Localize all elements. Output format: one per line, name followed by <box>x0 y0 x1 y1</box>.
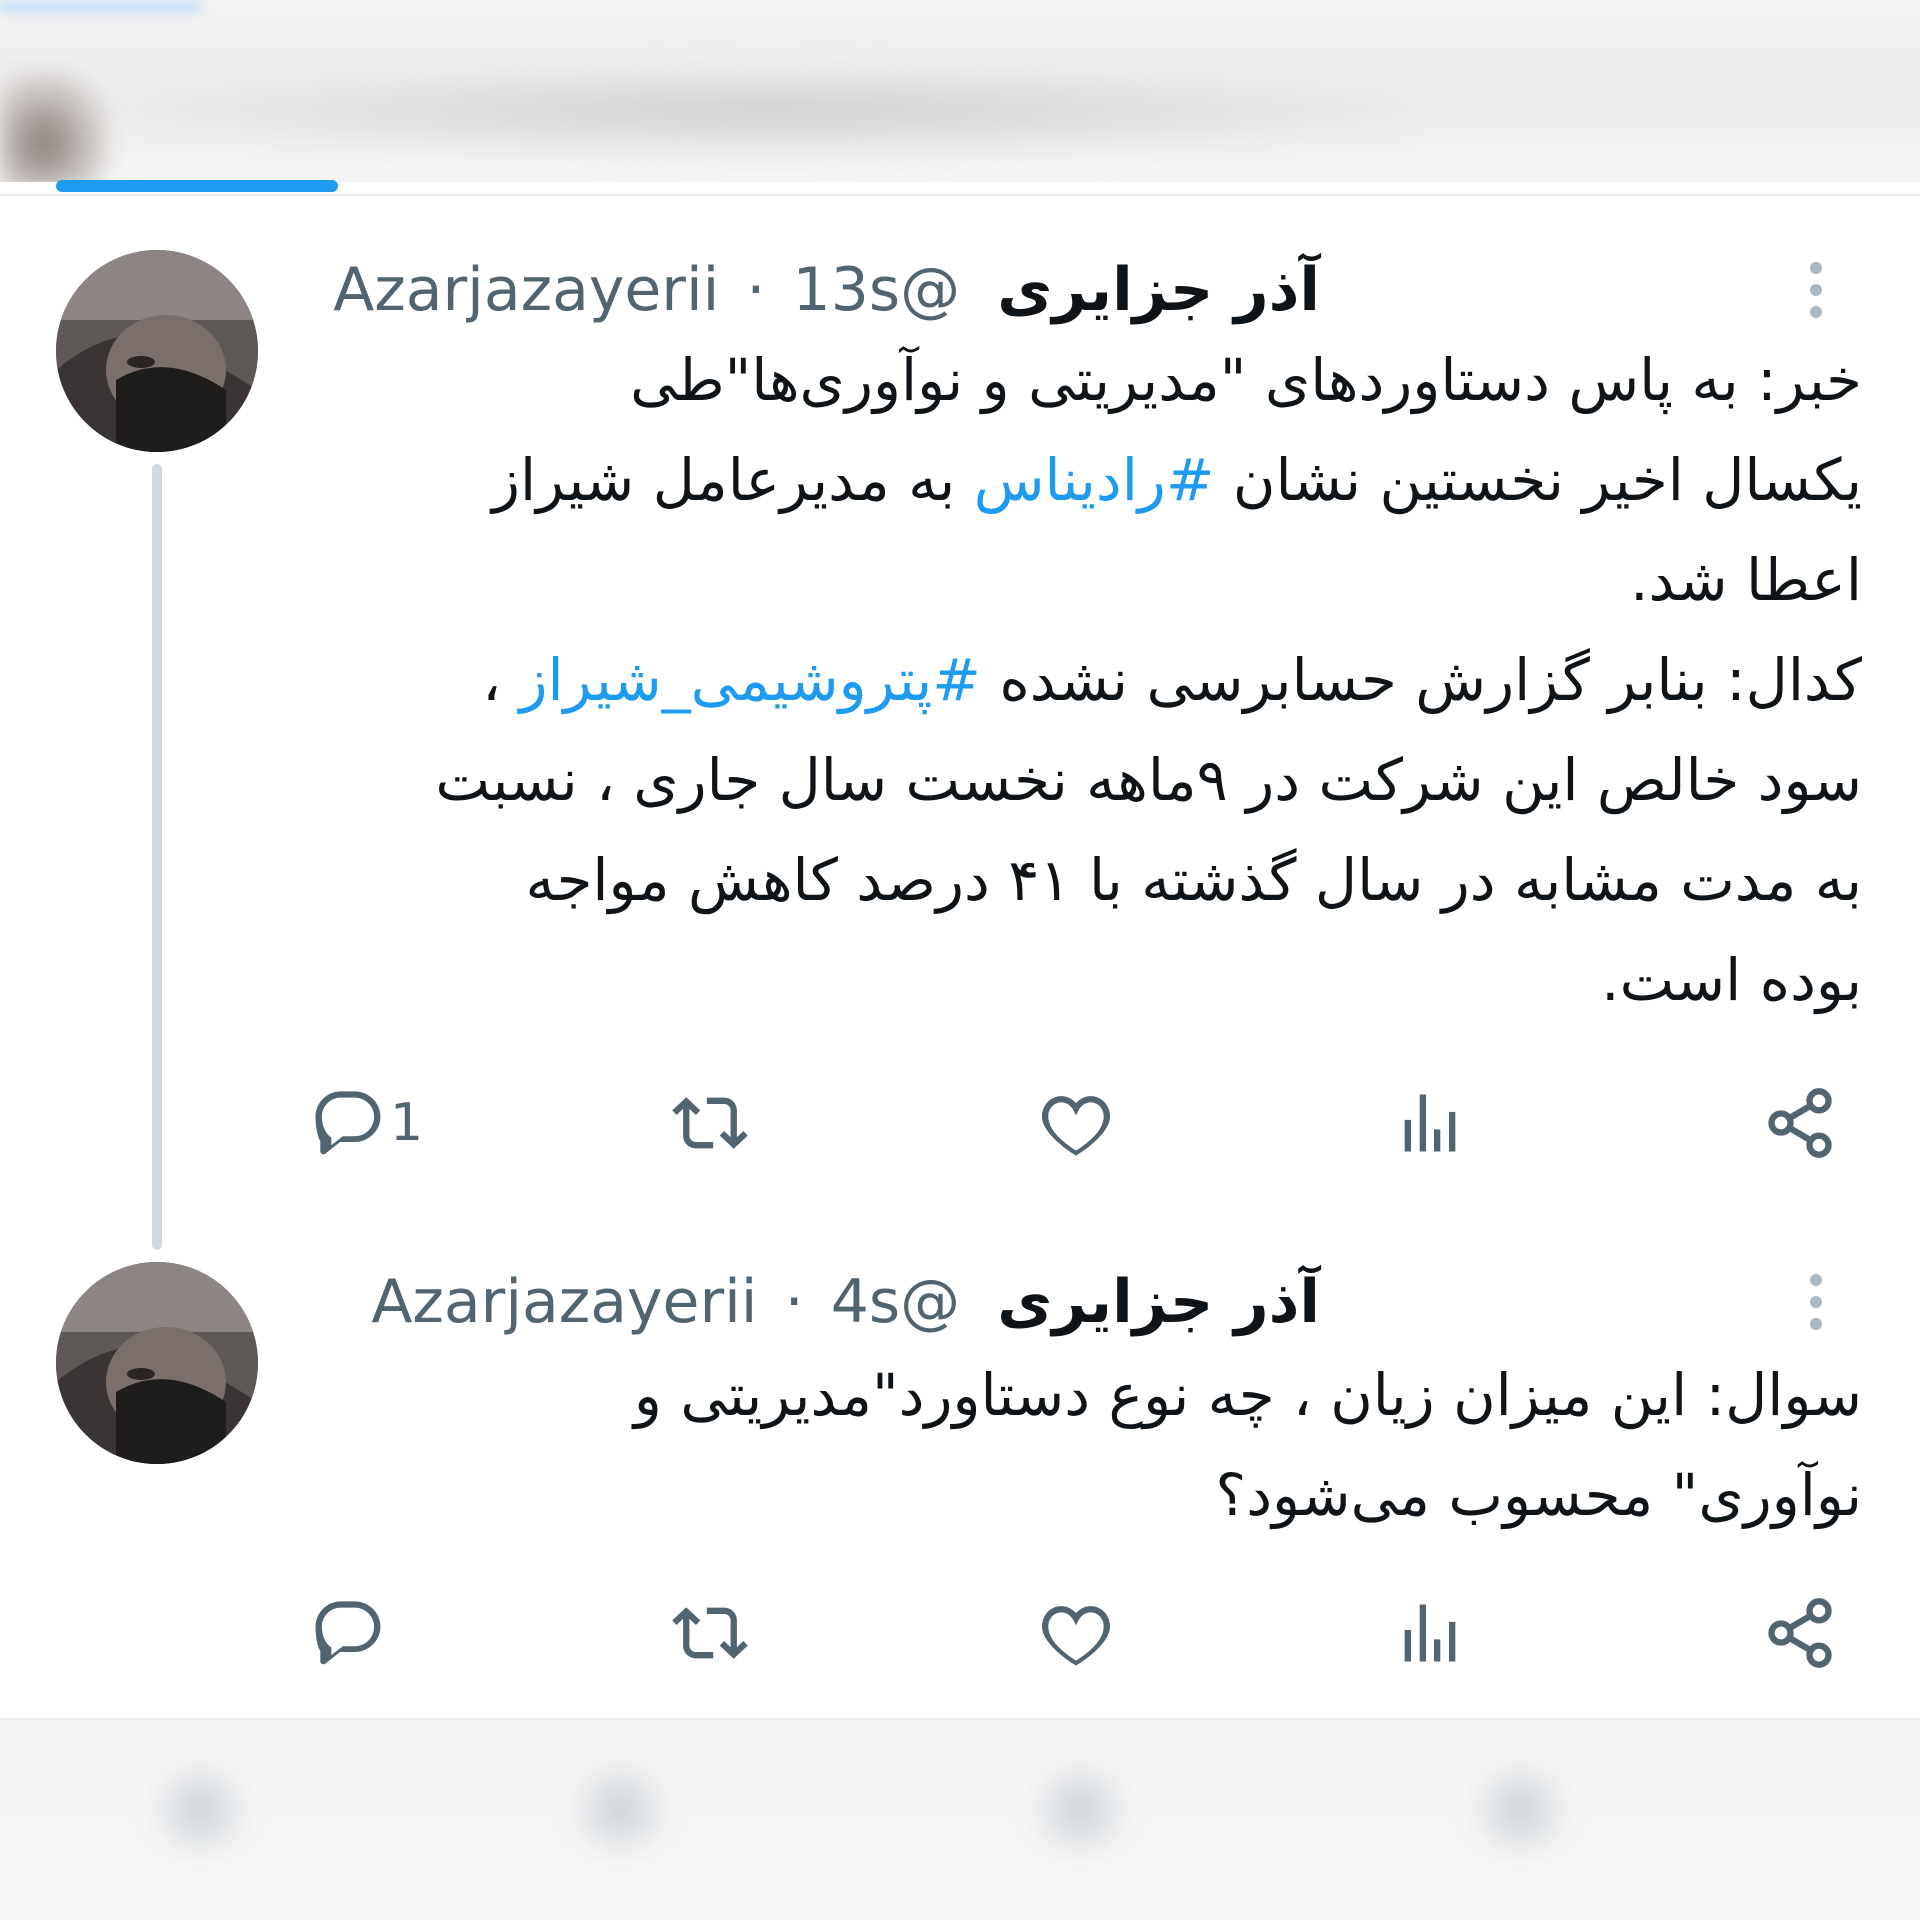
share-icon <box>1768 1088 1832 1158</box>
text-segment: سوال: این میزان زیان ، چه نوع دستاورد"مد… <box>633 1361 1862 1429</box>
like-button[interactable] <box>1038 1588 1114 1678</box>
tweet-text-line: کدال: بنابر گزارش حسابرسی نشده #پتروشیمی… <box>252 630 1862 730</box>
heart-icon <box>1041 1096 1111 1156</box>
reply-count: 1 <box>390 1093 424 1153</box>
text-segment: به مدیرعامل شیراز <box>492 446 974 514</box>
retweet-button[interactable] <box>672 1078 748 1168</box>
tweet-actions <box>300 1588 1840 1678</box>
tweet-actions: 1 <box>300 1078 1840 1168</box>
hashtag-link[interactable]: #رادیناس <box>974 446 1215 514</box>
separator-dot: · <box>784 1267 804 1337</box>
reply-button[interactable]: 1 <box>310 1078 423 1168</box>
avatar-image <box>56 1262 258 1464</box>
tweet-text-line: اعطا شد. <box>252 530 1862 630</box>
retweet-icon <box>672 1097 748 1149</box>
avatar-image <box>56 250 258 452</box>
text-segment: ، <box>482 646 520 714</box>
tweet-text-line: سود خالص این شرکت در ۹ماهه نخست سال جاری… <box>252 730 1862 830</box>
heart-icon <box>1041 1606 1111 1666</box>
share-icon <box>1768 1598 1832 1668</box>
tweet-text-line: خبر: به پاس دستاوردهای "مدیریتی و نوآوری… <box>252 330 1862 430</box>
tweet-text-line: بوده است. <box>252 930 1862 1030</box>
reply-button[interactable] <box>310 1588 386 1678</box>
blurred-footer <box>0 1720 1920 1920</box>
tweet-text: خبر: به پاس دستاوردهای "مدیریتی و نوآوری… <box>252 330 1862 1030</box>
tweet-header: آذر جزایری @Azarjazayerii · 4s <box>371 1262 1320 1342</box>
text-segment: خبر: به پاس دستاوردهای "مدیریتی و نوآوری… <box>630 346 1862 414</box>
retweet-icon <box>672 1607 748 1659</box>
divider <box>0 194 1920 196</box>
separator-dot: · <box>746 255 766 325</box>
tweet-text-line: یکسال اخیر نخستین نشان #رادیناس به مدیرع… <box>252 430 1862 530</box>
tweet-header: آذر جزایری @Azarjazayerii · 13s <box>333 250 1320 330</box>
timestamp[interactable]: 4s <box>831 1267 900 1337</box>
text-segment: اعطا شد. <box>1630 546 1862 614</box>
tweet-text-line: نوآوری" محسوب می‌شود؟ <box>252 1445 1862 1545</box>
text-segment: به مدت مشابه در سال گذشته با ۴۱ درصد کاه… <box>525 846 1862 914</box>
text-segment: یکسال اخیر نخستین نشان <box>1214 446 1862 514</box>
reply-icon <box>315 1091 381 1155</box>
more-vertical-icon[interactable] <box>1792 250 1840 330</box>
reply-icon <box>315 1601 381 1665</box>
views-icon <box>1404 1094 1456 1152</box>
share-button[interactable] <box>1762 1588 1838 1678</box>
active-tab-indicator <box>56 180 338 192</box>
display-name[interactable]: آذر جزایری <box>997 1267 1320 1337</box>
text-segment: کدال: بنابر گزارش حسابرسی نشده <box>980 646 1862 714</box>
tweet-text-line: سوال: این میزان زیان ، چه نوع دستاورد"مد… <box>252 1345 1862 1445</box>
thread-line <box>152 464 162 1250</box>
hashtag-link[interactable]: #پتروشیمی_شیراز <box>519 646 980 714</box>
share-button[interactable] <box>1762 1078 1838 1168</box>
blurred-header <box>0 0 1920 182</box>
text-segment: نوآوری" محسوب می‌شود؟ <box>1215 1461 1862 1529</box>
views-button[interactable] <box>1392 1588 1468 1678</box>
timestamp[interactable]: 13s <box>793 255 901 325</box>
display-name[interactable]: آذر جزایری <box>997 255 1320 325</box>
tweet-text: سوال: این میزان زیان ، چه نوع دستاورد"مد… <box>252 1345 1862 1545</box>
avatar[interactable] <box>56 1262 258 1464</box>
views-button[interactable] <box>1392 1078 1468 1168</box>
like-button[interactable] <box>1038 1078 1114 1168</box>
avatar[interactable] <box>56 250 258 452</box>
views-icon <box>1404 1604 1456 1662</box>
retweet-button[interactable] <box>672 1588 748 1678</box>
tweet-text-line: به مدت مشابه در سال گذشته با ۴۱ درصد کاه… <box>252 830 1862 930</box>
text-segment: سود خالص این شرکت در ۹ماهه نخست سال جاری… <box>435 746 1862 814</box>
more-vertical-icon[interactable] <box>1792 1262 1840 1342</box>
text-segment: بوده است. <box>1601 946 1862 1014</box>
